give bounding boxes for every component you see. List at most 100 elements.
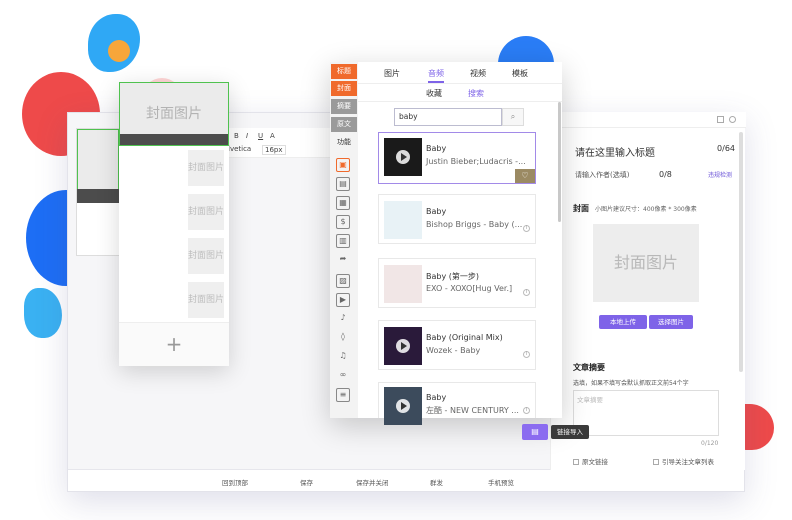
close-icon[interactable]	[729, 116, 736, 123]
bold-icon[interactable]: B	[234, 132, 239, 140]
album-cover	[384, 138, 422, 176]
main-cover-bar	[120, 134, 228, 145]
layout-icon[interactable]: ▤	[336, 177, 350, 191]
panel-scrollbar[interactable]	[739, 132, 743, 372]
tab-search[interactable]: 搜索	[468, 88, 484, 99]
italic-icon[interactable]: I	[246, 132, 248, 140]
share-icon[interactable]: ➦	[336, 253, 350, 267]
album-cover	[384, 265, 422, 303]
violation-check-link[interactable]: 违规检测	[708, 170, 732, 179]
original-link-label: 原文链接	[582, 458, 608, 466]
song-artist: 左酷 - NEW CENTURY ...	[426, 406, 519, 415]
info-icon[interactable]: i	[523, 225, 530, 232]
cover-size-hint: 小图片建议尺寸：400像素 * 300像素	[595, 206, 697, 213]
main-cover-card[interactable]: 封面图片	[119, 82, 229, 146]
play-icon[interactable]	[396, 150, 410, 164]
info-icon[interactable]: i	[523, 351, 530, 358]
follow-list-label: 引导关注文章列表	[662, 458, 714, 466]
document-icon[interactable]: ▦	[336, 196, 350, 210]
song-card-5[interactable]: Baby 左酷 - NEW CENTURY ... i	[378, 382, 536, 425]
side-tab-abstract[interactable]: 摘要	[331, 99, 357, 114]
microphone-icon[interactable]: ◊	[336, 331, 350, 345]
album-cover	[384, 327, 422, 365]
bottom-action-bar: 回到顶部 保存 保存并关闭 群发 手机预览	[68, 469, 744, 491]
link-import-control: ▤ 链接导入	[522, 424, 592, 440]
author-char-count: 0/8	[659, 170, 672, 179]
heart-icon[interactable]: ♡	[515, 169, 535, 183]
decor-blob-cyan	[24, 288, 62, 338]
clipboard-icon[interactable]: ≡	[336, 388, 350, 402]
cover-thumb-4[interactable]: 封面图片	[188, 282, 224, 318]
mobile-preview-button[interactable]: 手机预览	[488, 477, 514, 487]
song-card-1[interactable]: Baby Justin Bieber;Ludacris -... ♡	[378, 132, 536, 184]
author-input[interactable]: 请输入作者(选填)	[575, 170, 629, 180]
local-upload-button[interactable]: 本地上传	[599, 315, 647, 329]
article-list-behind	[76, 128, 120, 256]
music-link-icon[interactable]: ♫	[336, 350, 350, 364]
cover-thumb-1[interactable]: 封面图片	[188, 150, 224, 186]
decor-blob-orange	[108, 40, 130, 62]
save-close-button[interactable]: 保存并关闭	[356, 477, 389, 487]
audio-sub-tabs: 收藏 搜索	[358, 84, 562, 102]
music-note-icon[interactable]: ♪	[336, 312, 350, 326]
calendar-icon[interactable]: ▥	[336, 234, 350, 248]
side-tab-cover[interactable]: 封面	[331, 81, 357, 96]
music-search-input[interactable]: baby	[394, 108, 502, 126]
back-top-button[interactable]: 回到顶部	[222, 477, 248, 487]
album-cover	[384, 201, 422, 239]
play-icon[interactable]	[396, 399, 410, 413]
tab-video[interactable]: 视频	[470, 68, 486, 79]
info-icon[interactable]: i	[523, 407, 530, 414]
song-artist: Bishop Briggs - Baby (...	[426, 220, 523, 229]
music-list-scrollbar[interactable]	[558, 102, 561, 222]
checkbox-icon[interactable]	[653, 459, 659, 465]
save-button[interactable]: 保存	[300, 477, 313, 487]
underline-icon[interactable]: U	[258, 132, 263, 140]
song-card-4[interactable]: Baby (Original Mix) Wozek - Baby i	[378, 320, 536, 370]
tab-image[interactable]: 图片	[384, 68, 400, 79]
search-icon[interactable]: ⌕	[502, 108, 524, 126]
image-icon[interactable]: ▨	[336, 274, 350, 288]
title-char-count: 0/64	[717, 144, 735, 153]
cover-thumb-2[interactable]: 封面图片	[188, 194, 224, 230]
tab-favorites[interactable]: 收藏	[426, 88, 442, 99]
cover-image-placeholder[interactable]: 封面图片	[593, 224, 699, 302]
play-icon[interactable]	[396, 339, 410, 353]
cover-thumb-3[interactable]: 封面图片	[188, 238, 224, 274]
cover-section-label: 封面	[573, 204, 589, 213]
song-title: Baby (Original Mix)	[426, 333, 503, 342]
song-artist: EXO - XOXO[Hug Ver.]	[426, 284, 513, 293]
song-card-2[interactable]: Baby Bishop Briggs - Baby (... i	[378, 194, 536, 244]
song-artist: Wozek - Baby	[426, 346, 481, 355]
link-import-icon[interactable]: ▤	[522, 424, 548, 440]
mass-send-button[interactable]: 群发	[430, 477, 443, 487]
video-icon[interactable]: ▶	[336, 293, 350, 307]
font-size-icon[interactable]: A	[270, 132, 275, 140]
song-artist: Justin Bieber;Ludacris -...	[426, 157, 526, 166]
side-tab-original[interactable]: 原文	[331, 117, 357, 132]
maximize-icon[interactable]	[717, 116, 724, 123]
side-tab-function[interactable]: 功能	[331, 135, 357, 150]
side-tab-title[interactable]: 标题	[331, 64, 357, 79]
checkbox-icon[interactable]	[573, 459, 579, 465]
link-icon[interactable]: ∞	[336, 369, 350, 383]
save-icon[interactable]: ▣	[336, 158, 350, 172]
tab-audio[interactable]: 音频	[428, 68, 444, 83]
link-import-tooltip: 链接导入	[551, 425, 589, 439]
original-link-checkbox[interactable]: 原文链接	[573, 456, 608, 466]
tab-template[interactable]: 模板	[512, 68, 528, 79]
coin-icon[interactable]: $	[336, 215, 350, 229]
font-size-select[interactable]: 16px	[262, 145, 286, 155]
music-chooser-window: 标题 封面 摘要 原文 功能 ▣ ▤ ▦ $ ▥ ➦ ▨ ▶ ♪ ◊ ♫ ∞ ≡…	[330, 62, 562, 425]
abstract-textarea[interactable]: 文章摘要	[573, 390, 719, 436]
cover-list-panel: 封面图片 封面图片 封面图片 封面图片 封面图片 +	[119, 82, 229, 366]
select-image-button[interactable]: 选择图片	[649, 315, 693, 329]
add-article-button[interactable]: +	[119, 322, 229, 366]
album-cover	[384, 387, 422, 425]
song-card-3[interactable]: Baby (第一步) EXO - XOXO[Hug Ver.] i	[378, 258, 536, 308]
font-family-select[interactable]: lvetica	[228, 145, 251, 153]
article-title-input[interactable]: 请在这里输入标题	[575, 144, 655, 159]
info-icon[interactable]: i	[523, 289, 530, 296]
follow-list-checkbox[interactable]: 引导关注文章列表	[653, 456, 714, 466]
behind-cover-bar	[77, 189, 119, 203]
